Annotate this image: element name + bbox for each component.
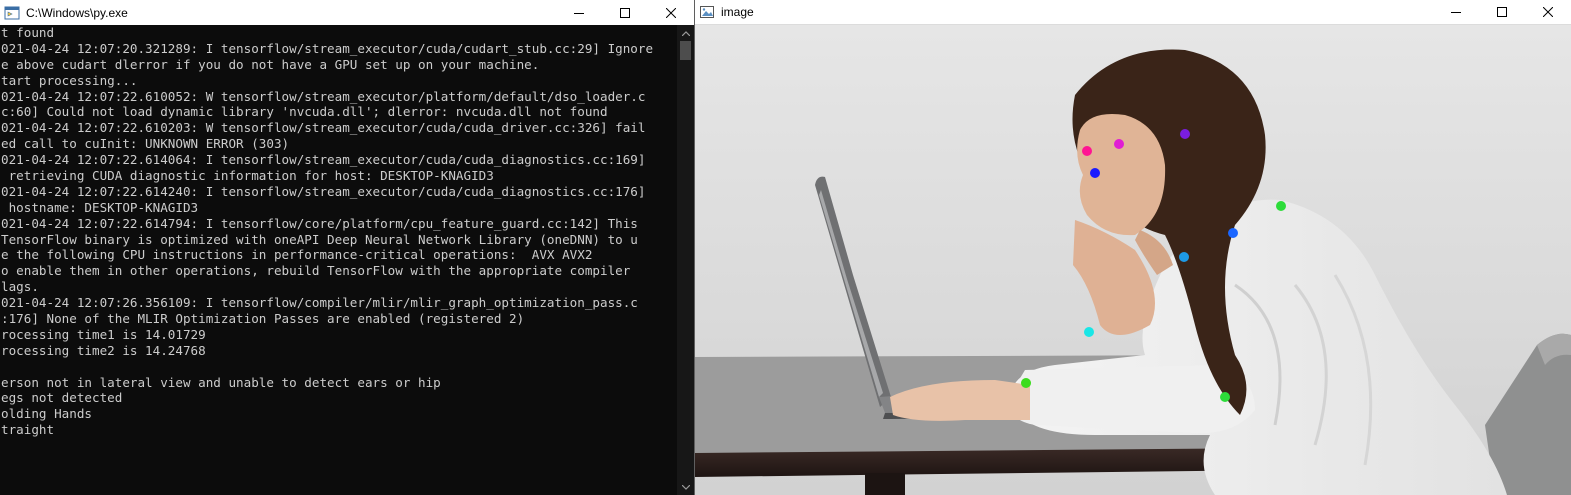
image-window[interactable]: image: [695, 0, 1571, 495]
chevron-up-icon: [681, 30, 690, 36]
console-line: 021-04-24 12:07:22.610203: W tensorflow/…: [1, 120, 646, 136]
maximize-icon: [1497, 7, 1507, 17]
console-line: hostname: DESKTOP-KNAGID3: [1, 199, 199, 215]
console-line: traight: [1, 422, 55, 438]
keypoint-neck: [1228, 228, 1238, 238]
keypoint-left-wrist: [1021, 378, 1031, 388]
keypoint-left-arm: [1084, 327, 1094, 337]
keypoint-right-eye: [1114, 139, 1124, 149]
console-line: 021-04-24 12:07:20.321289: I tensorflow/…: [1, 40, 654, 56]
console-line: egs not detected: [1, 390, 123, 406]
close-icon: [666, 7, 676, 18]
image-maximize-button[interactable]: [1479, 0, 1525, 25]
image-titlebar[interactable]: image: [695, 0, 1571, 25]
close-button[interactable]: [648, 0, 694, 25]
console-line: tart processing...: [1, 72, 138, 88]
console-line: 021-04-24 12:07:22.614794: I tensorflow/…: [1, 215, 638, 231]
console-line: c:60] Could not load dynamic library 'nv…: [1, 104, 608, 120]
console-output[interactable]: t found 021-04-24 12:07:20.321289: I tens…: [0, 25, 677, 495]
keypoint-right-shoulder: [1276, 201, 1286, 211]
console-titlebar[interactable]: C:\Windows\py.exe: [0, 0, 694, 25]
pose-photo: [695, 25, 1571, 495]
console-line: :176] None of the MLIR Optimization Pass…: [1, 311, 525, 327]
image-close-button[interactable]: [1525, 0, 1571, 25]
console-line: e above cudart dlerror if you do not hav…: [1, 56, 540, 72]
scroll-down-button[interactable]: [677, 479, 694, 495]
console-line: rocessing time2 is 14.24768: [1, 342, 206, 358]
maximize-button[interactable]: [602, 0, 648, 25]
console-line: e the following CPU instructions in perf…: [1, 247, 593, 263]
image-title: image: [721, 5, 754, 19]
console-title: C:\Windows\py.exe: [26, 5, 128, 20]
console-line: 021-04-24 12:07:22.614064: I tensorflow/…: [1, 152, 646, 168]
minimize-icon: [1451, 12, 1461, 13]
maximize-icon: [620, 7, 630, 18]
console-line: erson not in lateral view and unable to …: [1, 374, 441, 390]
minimize-button[interactable]: [556, 0, 602, 25]
image-minimize-button[interactable]: [1433, 0, 1479, 25]
image-app-icon: [700, 6, 714, 18]
console-line: 021-04-24 12:07:26.356109: I tensorflow/…: [1, 295, 638, 311]
console-window[interactable]: C:\Windows\py.exe t found 021-04-24 12:07…: [0, 0, 694, 495]
keypoint-left-eye: [1082, 146, 1092, 156]
console-app-icon: [4, 6, 20, 19]
keypoint-chest: [1179, 252, 1189, 262]
keypoint-right-ear: [1180, 129, 1190, 139]
console-line: o enable them in other operations, rebui…: [1, 263, 631, 279]
keypoint-nose: [1090, 168, 1100, 178]
minimize-icon: [574, 12, 584, 14]
console-line: olding Hands: [1, 406, 92, 422]
console-line: 021-04-24 12:07:22.614240: I tensorflow/…: [1, 183, 646, 199]
keypoint-right-elbow: [1220, 392, 1230, 402]
console-line: TensorFlow binary is optimized with oneA…: [1, 231, 638, 247]
chevron-down-icon: [681, 484, 690, 490]
scrollbar-thumb[interactable]: [680, 41, 691, 60]
console-line: t found: [1, 25, 55, 40]
console-line: rocessing time1 is 14.01729: [1, 326, 206, 342]
console-line: lags.: [1, 279, 39, 295]
scroll-up-button[interactable]: [677, 25, 694, 41]
close-icon: [1543, 7, 1553, 17]
console-line: ed call to cuInit: UNKNOWN ERROR (303): [1, 136, 290, 152]
console-line: 021-04-24 12:07:22.610052: W tensorflow/…: [1, 88, 646, 104]
console-line: retrieving CUDA diagnostic information f…: [1, 168, 494, 184]
console-scrollbar[interactable]: [677, 25, 694, 495]
